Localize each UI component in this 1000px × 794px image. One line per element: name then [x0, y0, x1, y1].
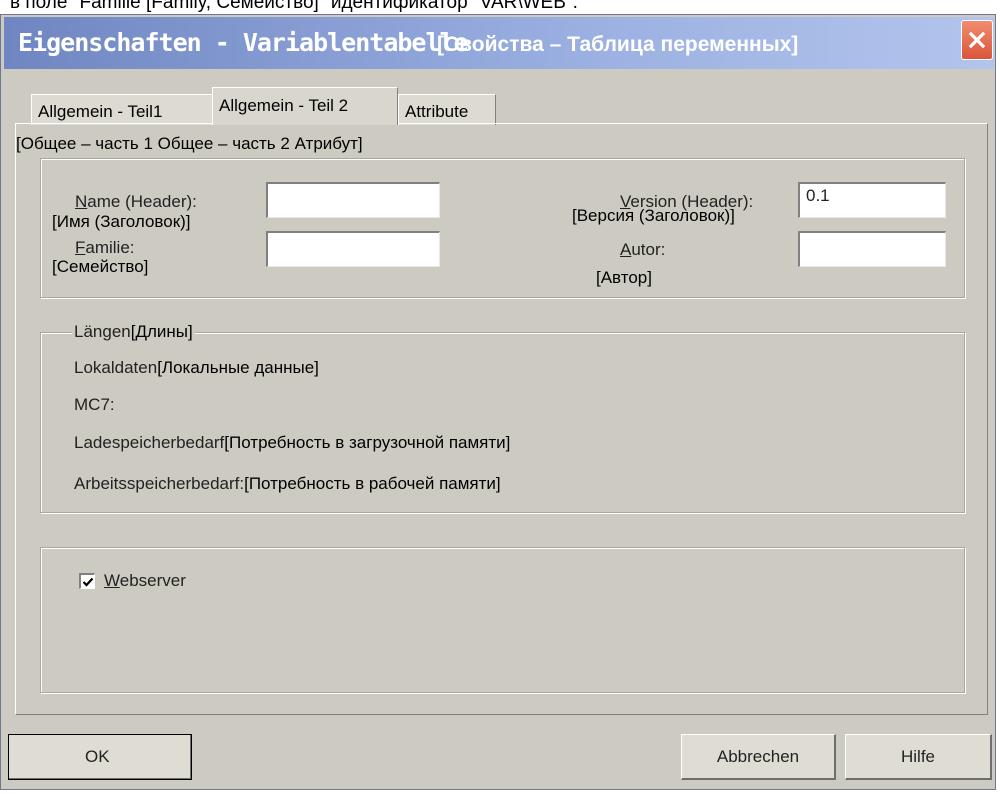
length-row-arbeitsspeicher: Arbeitsspeicherbedarf:[Потребность в раб…	[74, 474, 501, 493]
tab-allgemein-teil2[interactable]: Allgemein - Teil 2	[212, 87, 398, 125]
autor-translation: [Автор]	[596, 268, 652, 287]
help-button[interactable]: Hilfe	[845, 734, 992, 780]
name-header-label: Name (Header):	[75, 192, 197, 211]
name-header-translation: [Имя (Заголовок)]	[52, 212, 191, 231]
ok-button[interactable]: OK	[8, 734, 192, 780]
familie-input[interactable]	[266, 231, 440, 267]
close-button[interactable]	[961, 20, 993, 60]
tab-label: Attribute	[405, 102, 469, 121]
familie-translation: [Семейство]	[52, 257, 149, 276]
webserver-label[interactable]: Webserver	[104, 571, 186, 591]
close-x-icon	[968, 31, 986, 49]
version-header-input[interactable]: 0.1	[798, 182, 946, 218]
tab-allgemein-teil1[interactable]: Allgemein - Teil1	[31, 94, 214, 125]
length-row-lokaldaten: Lokaldaten[Локальные данные]	[74, 358, 319, 377]
webserver-checkbox[interactable]	[79, 573, 95, 589]
name-header-input[interactable]	[266, 182, 440, 218]
window-title-translation: [Свойства – Таблица переменных]	[437, 33, 799, 56]
length-row-mc7: MC7:	[74, 395, 115, 414]
tab-label: Allgemein - Teil1	[38, 102, 163, 121]
tab-attribute[interactable]: Attribute	[398, 94, 496, 125]
tab-label: Allgemein - Teil 2	[219, 96, 349, 115]
autor-input[interactable]	[798, 231, 946, 267]
document-caption: в поле "Familie [Family, Семейство]" иде…	[10, 0, 578, 13]
webserver-group	[40, 547, 965, 693]
familie-label: Familie:	[75, 238, 135, 257]
checkmark-icon	[82, 577, 93, 587]
tabs-translation: [Общее – часть 1 Общее – часть 2 Атрибут…	[16, 134, 363, 153]
autor-label: Autor:	[620, 240, 666, 259]
version-header-translation: [Версия (Заголовок)]	[572, 206, 735, 225]
lengths-group-title: Längen[Длины]	[72, 322, 195, 342]
cancel-button[interactable]: Abbrechen	[681, 734, 836, 780]
window-title: Eigenschaften - Variablentabelle	[18, 28, 469, 57]
length-row-ladespeicher: Ladespeicherbedarf[Потребность в загрузо…	[74, 433, 511, 452]
